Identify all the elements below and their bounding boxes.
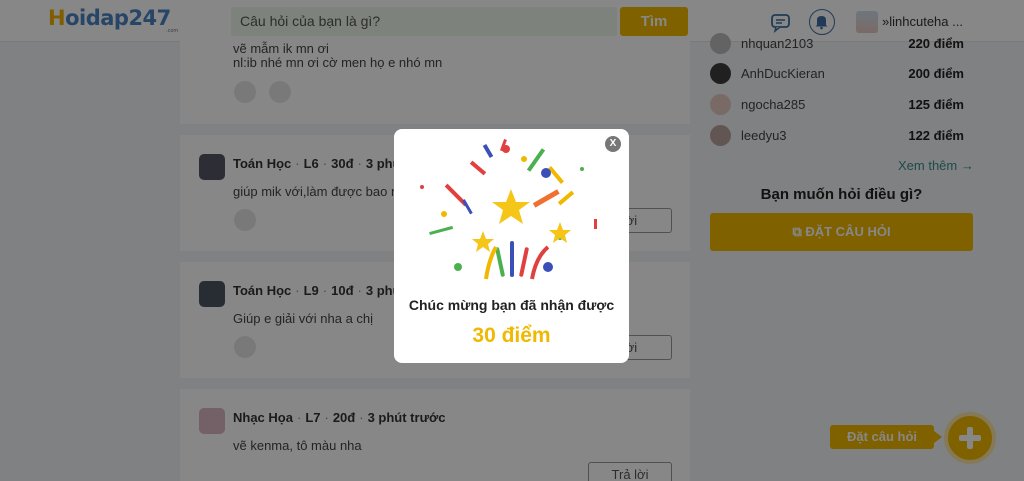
reward-modal: X Chúc mừng bạn đã nhận được 30 điểm — [394, 129, 629, 363]
confetti-illustration — [420, 139, 597, 280]
close-icon[interactable]: X — [605, 136, 621, 152]
modal-points: 30 điểm — [472, 324, 551, 347]
modal-message: Chúc mừng bạn đã nhận được — [408, 297, 615, 313]
